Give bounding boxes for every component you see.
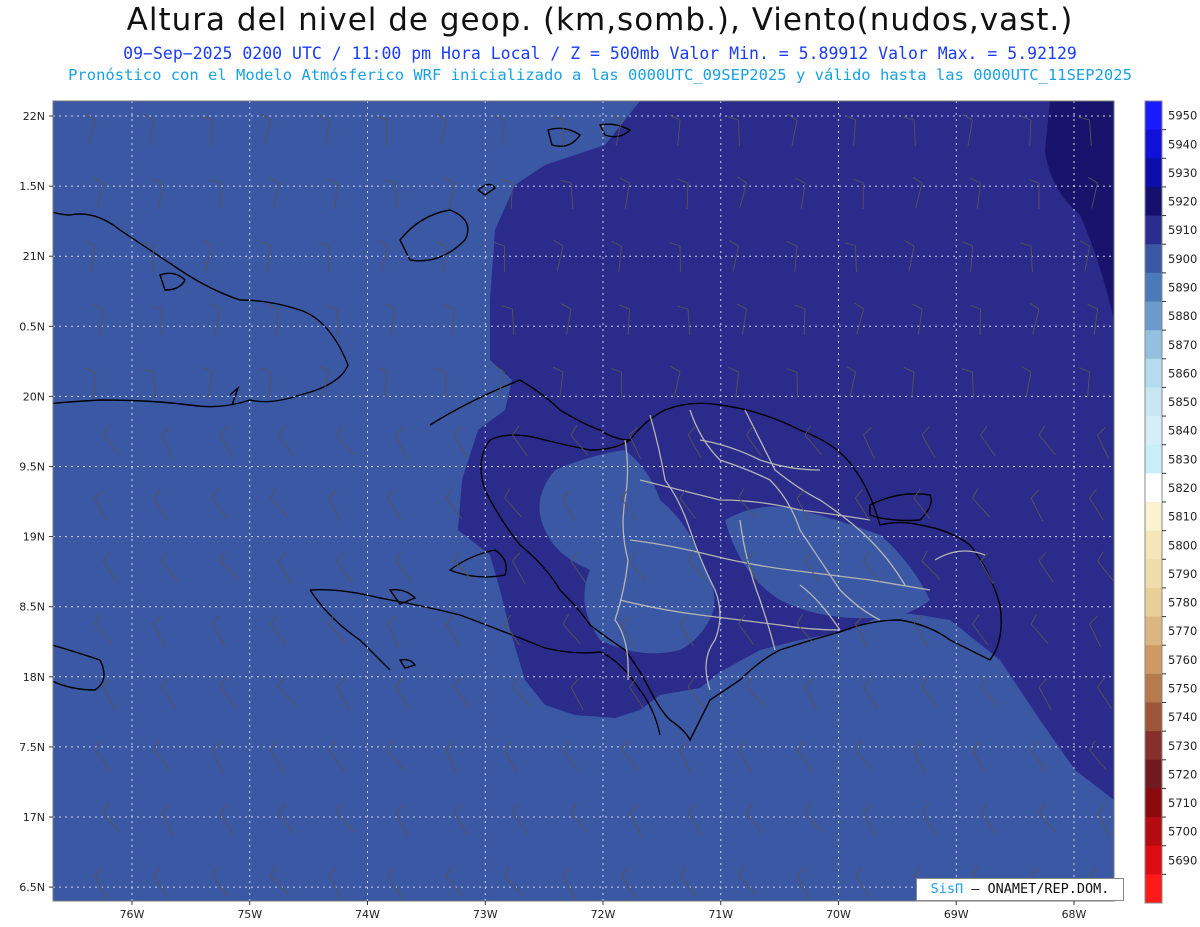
longitude-labels: 76W 75W 74W 73W 72W 71W 70W 69W 68W bbox=[120, 901, 1087, 921]
colorbar-label: 5780 bbox=[1168, 596, 1197, 610]
colorbar-swatch bbox=[1145, 788, 1162, 818]
credit-text: – ONAMET/REP.DOM. bbox=[971, 881, 1110, 897]
colorbar-swatch bbox=[1145, 387, 1162, 417]
weather-map-canvas: 22N 1.5N 21N 0.5N 20N 9.5N 19N 8.5N 18N 7.5N 17N 6.… bbox=[19, 100, 1197, 921]
lon-label: 70W bbox=[826, 908, 851, 921]
colorbar-swatch bbox=[1145, 215, 1162, 245]
colorbar-label: 5940 bbox=[1168, 137, 1197, 151]
colorbar-label: 5730 bbox=[1168, 739, 1197, 753]
colorbar-swatch bbox=[1145, 559, 1162, 589]
sispi-logo-text: SisΠ bbox=[930, 881, 964, 897]
colorbar: 5950 5940 5930 5920 5910 5900 5890 5880 5870 5860… bbox=[1144, 100, 1197, 904]
colorbar-swatch bbox=[1145, 330, 1162, 360]
colorbar-swatch bbox=[1145, 272, 1162, 302]
lat-label: 18N bbox=[23, 671, 45, 684]
lat-label: 8.5N bbox=[19, 601, 45, 614]
colorbar-swatch bbox=[1145, 645, 1162, 675]
colorbar-label: 5890 bbox=[1168, 281, 1197, 295]
colorbar-swatch bbox=[1145, 301, 1162, 331]
colorbar-label: 5910 bbox=[1168, 223, 1197, 237]
colorbar-label: 5920 bbox=[1168, 195, 1197, 209]
colorbar-label: 5770 bbox=[1168, 624, 1197, 638]
lat-label: 1.5N bbox=[19, 180, 45, 193]
colorbar-label: 5900 bbox=[1168, 252, 1197, 266]
colorbar-swatch bbox=[1145, 473, 1162, 503]
colorbar-label: 5800 bbox=[1168, 538, 1197, 552]
colorbar-swatch bbox=[1145, 158, 1162, 188]
colorbar-label: 5720 bbox=[1168, 767, 1197, 781]
colorbar-swatch bbox=[1145, 186, 1162, 217]
lon-label: 76W bbox=[120, 908, 145, 921]
lon-label: 74W bbox=[355, 908, 380, 921]
lon-label: 72W bbox=[591, 908, 616, 921]
lat-label: 19N bbox=[23, 531, 45, 544]
colorbar-swatch bbox=[1145, 416, 1162, 446]
colorbar-label: 5740 bbox=[1168, 710, 1197, 724]
credit-box: SisΠ – ONAMET/REP.DOM. bbox=[916, 878, 1124, 901]
colorbar-label: 5860 bbox=[1168, 366, 1197, 380]
lat-label: 7.5N bbox=[19, 741, 45, 754]
colorbar-label: 5710 bbox=[1168, 796, 1197, 810]
lon-label: 68W bbox=[1062, 908, 1087, 921]
colorbar-swatch bbox=[1145, 129, 1162, 159]
colorbar-swatch bbox=[1145, 244, 1162, 274]
colorbar-label: 5760 bbox=[1168, 653, 1197, 667]
colorbar-swatch bbox=[1145, 817, 1162, 847]
lat-label: 9.5N bbox=[19, 461, 45, 474]
lon-label: 71W bbox=[708, 908, 733, 921]
lon-label: 69W bbox=[944, 908, 969, 921]
geopotential-shading bbox=[53, 101, 1114, 901]
colorbar-swatch bbox=[1145, 845, 1162, 875]
colorbar-swatch bbox=[1145, 702, 1162, 732]
colorbar-swatch bbox=[1145, 731, 1162, 761]
colorbar-swatch bbox=[1145, 444, 1162, 474]
colorbar-label: 5820 bbox=[1168, 481, 1197, 495]
colorbar-label: 5840 bbox=[1168, 424, 1197, 438]
colorbar-label: 5850 bbox=[1168, 395, 1197, 409]
lat-label: 20N bbox=[23, 390, 45, 403]
colorbar-label: 5930 bbox=[1168, 166, 1197, 180]
colorbar-label: 5810 bbox=[1168, 510, 1197, 524]
colorbar-label: 5700 bbox=[1168, 825, 1197, 839]
lat-label: 21N bbox=[23, 250, 45, 263]
colorbar-label: 5870 bbox=[1168, 338, 1197, 352]
lat-label: 6.5N bbox=[19, 881, 45, 894]
lon-label: 73W bbox=[473, 908, 498, 921]
colorbar-swatch bbox=[1145, 530, 1162, 560]
colorbar-label: 5750 bbox=[1168, 682, 1197, 696]
colorbar-label: 5950 bbox=[1168, 109, 1197, 123]
colorbar-swatch bbox=[1145, 616, 1162, 646]
colorbar-label: 5880 bbox=[1168, 309, 1197, 323]
colorbar-swatch bbox=[1145, 101, 1162, 131]
colorbar-label: 5690 bbox=[1168, 853, 1197, 867]
lon-label: 75W bbox=[237, 908, 262, 921]
colorbar-label: 5790 bbox=[1168, 567, 1197, 581]
colorbar-swatch bbox=[1145, 587, 1162, 618]
colorbar-swatch bbox=[1145, 673, 1162, 703]
colorbar-swatch bbox=[1145, 358, 1162, 388]
colorbar-swatch bbox=[1145, 759, 1162, 789]
latitude-labels: 22N 1.5N 21N 0.5N 20N 9.5N 19N 8.5N 18N 7.5N 17N 6.… bbox=[19, 110, 53, 894]
colorbar-label: 5830 bbox=[1168, 452, 1197, 466]
colorbar-swatch bbox=[1145, 874, 1162, 904]
lat-label: 0.5N bbox=[19, 320, 45, 333]
lat-label: 22N bbox=[23, 110, 45, 123]
lat-label: 17N bbox=[23, 811, 45, 824]
colorbar-swatch bbox=[1145, 502, 1162, 532]
